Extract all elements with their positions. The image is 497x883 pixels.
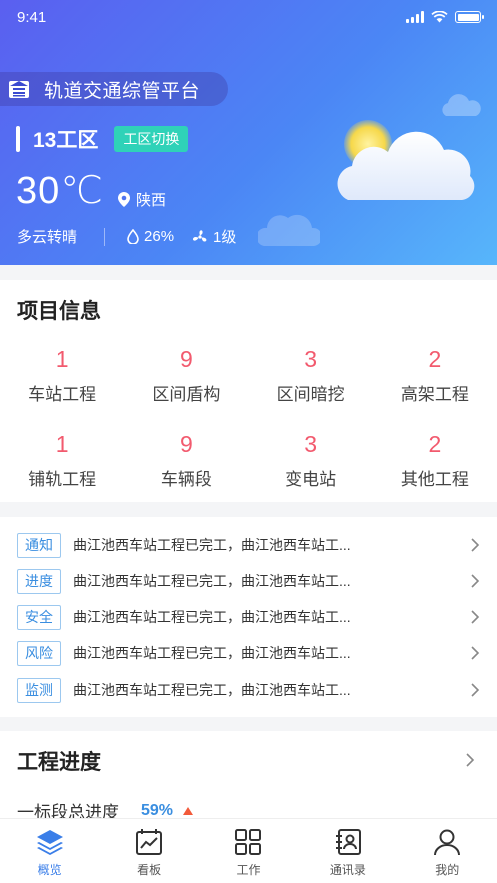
notice-text: 曲江池西车站工程已完工，曲江池西车站工... [73,573,351,589]
chevron-right-icon[interactable] [465,752,475,768]
stat-value: 1 [55,431,69,457]
notice-item-risk[interactable]: 风险 曲江池西车站工程已完工，曲江池西车站工... [17,640,480,666]
stat-shield-tunnel[interactable]: 9 区间盾构 [124,344,248,405]
divider [104,227,106,246]
weather-description: 多云转晴 [17,229,78,246]
tab-work[interactable]: 工作 [213,819,283,883]
stat-other[interactable]: 2 其他工程 [373,429,497,490]
tab-dashboard[interactable]: 看板 [114,819,184,883]
tab-label: 概览 [37,863,62,877]
stat-substation[interactable]: 3 变电站 [249,429,373,490]
chevron-right-icon [471,683,480,697]
notice-tag: 风险 [17,640,61,666]
stat-value: 2 [428,346,442,372]
stat-depot[interactable]: 9 车辆段 [124,429,248,490]
notice-text: 曲江池西车站工程已完工，曲江池西车站工... [73,537,351,553]
notice-text: 曲江池西车站工程已完工，曲江池西车站工... [73,645,351,661]
stat-value: 3 [304,346,318,372]
stat-label: 区间盾构 [152,385,221,404]
chevron-right-icon [471,646,480,660]
location[interactable]: 陕西 [118,189,166,210]
stat-value: 1 [55,346,69,372]
chart-board-icon [136,829,163,855]
project-info-title: 项目信息 [17,300,101,323]
notice-item-monitoring[interactable]: 监测 曲江池西车站工程已完工，曲江池西车站工... [17,677,480,703]
chevron-right-icon [471,574,480,588]
zone-name: 13工区 [33,129,99,152]
notice-tag: 进度 [17,568,61,594]
zone-switch-button[interactable]: 工区切换 [114,126,189,152]
stat-label: 铺轨工程 [28,470,97,489]
stat-label: 车辆段 [160,470,212,489]
stat-track-laying[interactable]: 1 铺轨工程 [0,429,124,490]
cellular-signal-icon [406,11,424,23]
stat-value: 9 [179,431,193,457]
fan-icon [193,229,207,242]
wind: 1级 [192,226,236,247]
notice-tag: 监测 [17,677,61,703]
battery-icon [455,11,484,23]
tab-label: 我的 [435,863,460,877]
stat-label: 变电站 [285,470,337,489]
stat-station[interactable]: 1 车站工程 [0,344,124,405]
tab-contacts[interactable]: 通讯录 [313,819,383,883]
stat-elevated[interactable]: 2 高架工程 [373,344,497,405]
wind-value: 1级 [213,229,237,246]
weather-header: 9:41 轨道交通综管平台 13工区 工区切换 30℃ 陕西 多云转晴 26% … [0,0,497,265]
notice-item-progress[interactable]: 进度 曲江池西车站工程已完工，曲江池西车站工... [17,568,480,594]
droplet-icon [127,229,139,244]
tab-label: 看板 [137,863,162,877]
status-icons [406,11,484,23]
project-progress-card: 工程进度 一标段总进度 59% [0,731,497,831]
bottom-tab-bar: 概览 看板 工作 通讯录 我的 [0,818,497,883]
notice-item-notification[interactable]: 通知 曲江池西车站工程已完工，曲江池西车站工... [17,532,480,558]
notice-tag: 安全 [17,604,61,630]
notice-text: 曲江池西车站工程已完工，曲江池西车站工... [73,609,351,625]
platform-banner: 轨道交通综管平台 [0,72,228,106]
weather-details: 多云转晴 26% 1级 [17,226,254,247]
trend-up-icon [183,806,194,815]
project-stats-grid: 1 车站工程 9 区间盾构 3 区间暗挖 2 高架工程 1 铺轨工程 9 车辆段… [0,344,497,490]
tab-overview[interactable]: 概览 [15,819,85,883]
status-bar: 9:41 [0,0,497,36]
location-pin-icon [118,192,130,207]
stat-mined-tunnel[interactable]: 3 区间暗挖 [249,344,373,405]
notice-text: 曲江池西车站工程已完工，曲江池西车站工... [73,682,351,698]
stat-label: 区间暗挖 [276,385,345,404]
platform-logo-icon [9,81,29,98]
project-info-card: 项目信息 1 车站工程 9 区间盾构 3 区间暗挖 2 高架工程 1 铺轨工程 … [0,280,497,502]
location-name: 陕西 [136,192,167,209]
user-icon [434,829,461,856]
platform-title: 轨道交通综管平台 [44,80,201,102]
stat-label: 车站工程 [28,385,97,404]
stat-value: 9 [179,346,193,372]
zone-accent-bar [16,126,20,152]
notice-item-safety[interactable]: 安全 曲江池西车站工程已完工，曲江池西车站工... [17,604,480,630]
grid-apps-icon [235,829,262,855]
stat-value: 3 [304,431,318,457]
humidity-value: 26% [144,228,175,245]
tab-label: 工作 [236,863,261,877]
small-cloud-icon [258,214,320,246]
cloudy-sun-icon [337,120,475,200]
chevron-right-icon [471,610,480,624]
stat-label: 高架工程 [400,385,469,404]
tab-profile[interactable]: 我的 [412,819,482,883]
stat-label: 其他工程 [400,470,469,489]
wifi-icon [431,11,448,23]
temperature: 30℃ [16,170,104,212]
humidity: 26% [127,228,174,245]
status-time: 9:41 [17,9,47,26]
progress-title: 工程进度 [17,751,101,774]
chevron-right-icon [471,538,480,552]
layers-icon [36,830,63,855]
contacts-icon [335,829,361,855]
stat-value: 2 [428,431,442,457]
notice-list: 通知 曲江池西车站工程已完工，曲江池西车站工... 进度 曲江池西车站工程已完工… [0,517,497,717]
notice-tag: 通知 [17,532,61,558]
zone-row: 13工区 工区切换 [16,124,189,154]
progress-item-value: 59% [141,801,174,819]
tab-label: 通讯录 [329,863,366,877]
